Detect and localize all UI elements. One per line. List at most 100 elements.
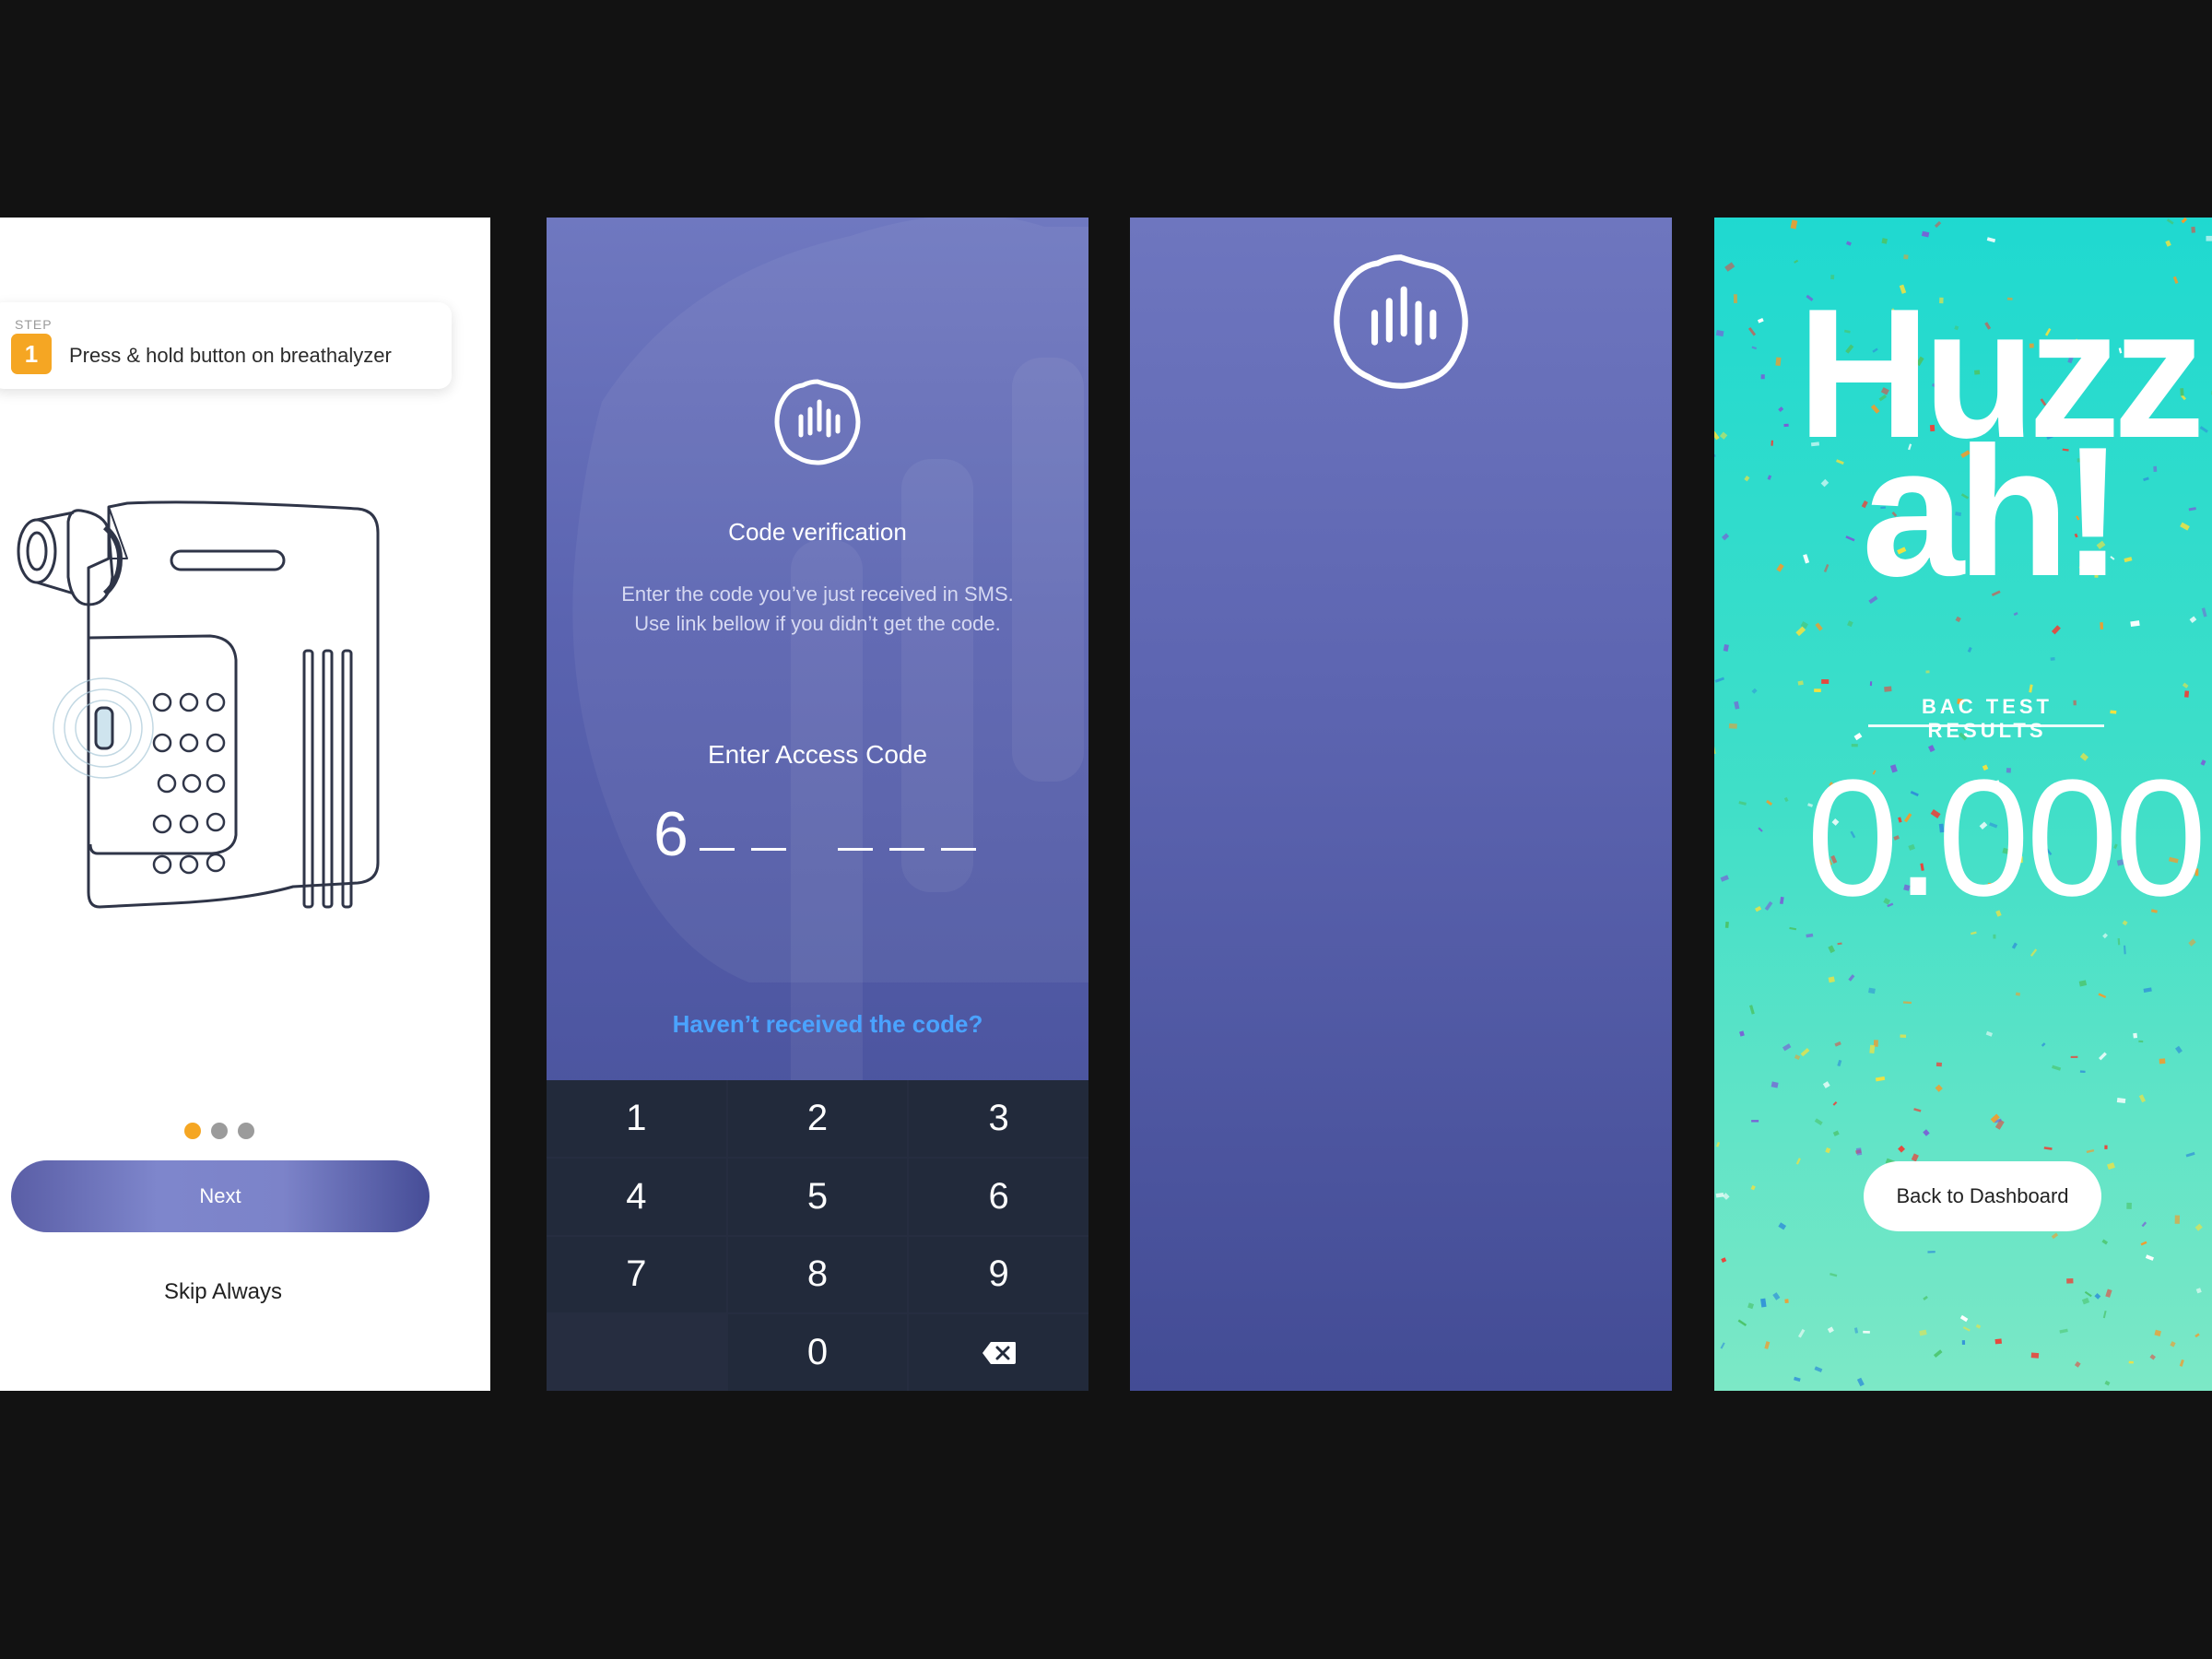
confetti-piece	[1778, 406, 1784, 413]
confetti-piece	[1751, 346, 1758, 350]
confetti-piece	[2185, 1151, 2195, 1158]
back-to-dashboard-button[interactable]: Back to Dashboard	[1864, 1161, 2101, 1231]
pagination-dot-active	[184, 1123, 201, 1139]
confetti-piece	[1715, 1141, 1721, 1147]
confetti-piece	[1779, 896, 1784, 905]
confetti-piece	[1832, 1130, 1840, 1136]
step-number-badge: 1	[11, 334, 52, 374]
confetti-piece	[1714, 453, 1716, 459]
confetti-piece	[2117, 938, 2121, 946]
key-9[interactable]: 9	[909, 1236, 1088, 1313]
confetti-piece	[1758, 827, 1763, 832]
results-screen: Huzz ah! BAC TEST RESULTS 0.000 Back to …	[1714, 218, 2212, 1391]
confetti-piece	[2094, 1292, 2101, 1300]
confetti-piece	[2179, 1359, 2184, 1367]
confetti-piece	[2098, 993, 2107, 999]
confetti-piece	[1751, 688, 1758, 694]
confetti-piece	[2201, 607, 2207, 618]
confetti-piece	[1721, 1257, 1727, 1264]
confetti-piece	[2030, 1352, 2040, 1359]
next-button[interactable]: Next	[11, 1160, 429, 1232]
backspace-icon	[982, 1341, 1016, 1364]
confetti-piece	[1771, 440, 1774, 446]
confetti-piece	[1837, 942, 1842, 946]
confetti-piece	[1903, 254, 1909, 260]
confetti-piece	[2116, 1098, 2126, 1104]
confetti-piece	[1848, 974, 1855, 982]
confetti-piece	[1775, 357, 1782, 367]
pagination-dots	[184, 1123, 254, 1139]
pagination-dot	[238, 1123, 254, 1139]
confetti-piece	[1921, 230, 1930, 238]
confetti-piece	[2126, 1202, 2132, 1209]
confetti-piece	[1993, 934, 1996, 939]
confetti-piece	[1794, 259, 1799, 264]
confetti-piece	[1778, 1222, 1787, 1230]
description-line-1: Enter the code you’ve just received in S…	[621, 582, 1014, 606]
confetti-piece	[1767, 475, 1772, 480]
resend-code-link[interactable]: Haven’t received the code?	[547, 1010, 1088, 1039]
confetti-piece	[2128, 1360, 2134, 1364]
confetti-piece	[1828, 945, 1836, 954]
key-empty	[547, 1314, 726, 1391]
confetti-piece	[2189, 616, 2197, 623]
background-logo-watermark	[572, 218, 1088, 1084]
confetti-piece	[1738, 801, 1747, 806]
confetti-piece	[1962, 1326, 1971, 1332]
breath-waveform	[1132, 553, 1670, 1159]
confetti-piece	[1955, 616, 1961, 623]
confetti-piece	[2107, 1162, 2115, 1171]
confetti-piece	[1868, 987, 1876, 994]
confetti-piece	[2199, 426, 2208, 433]
analyzing-screen	[1130, 218, 1672, 1391]
confetti-piece	[1845, 241, 1852, 246]
confetti-piece	[2184, 690, 2190, 698]
numeric-keypad: 1 2 3 4 5 6 7 8 9 0	[547, 1080, 1088, 1391]
code-slot-2	[700, 848, 735, 851]
key-7[interactable]: 7	[547, 1236, 726, 1313]
key-6[interactable]: 6	[909, 1158, 1088, 1235]
key-2[interactable]: 2	[727, 1080, 908, 1157]
confetti-piece	[2051, 625, 2061, 635]
confetti-piece	[2194, 1333, 2200, 1338]
confetti-piece	[2011, 942, 2018, 949]
code-slot-3	[751, 848, 786, 851]
key-5[interactable]: 5	[727, 1158, 908, 1235]
confetti-piece	[1814, 1366, 1823, 1372]
skip-always-link[interactable]: Skip Always	[0, 1279, 446, 1305]
backspace-key[interactable]	[909, 1314, 1088, 1391]
confetti-piece	[2043, 1147, 2053, 1150]
confetti-piece	[2104, 1380, 2111, 1386]
confetti-piece	[2110, 710, 2117, 714]
confetti-piece	[1985, 1030, 1994, 1037]
confetti-piece	[2124, 945, 2126, 955]
key-1[interactable]: 1	[547, 1080, 726, 1157]
confetti-piece	[1755, 906, 1762, 912]
confetti-piece	[2149, 1354, 2156, 1360]
confetti-piece	[2059, 1328, 2068, 1334]
breath-wave-logo-icon	[774, 379, 861, 465]
confetti-piece	[1757, 317, 1764, 324]
key-8[interactable]: 8	[727, 1236, 908, 1313]
key-0[interactable]: 0	[727, 1314, 908, 1391]
confetti-piece	[2098, 1052, 2107, 1061]
confetti-piece	[1847, 620, 1853, 628]
confetti-piece	[2140, 1241, 2147, 1246]
description-line-2: Use link bellow if you didn’t get the co…	[634, 612, 1001, 635]
confetti-piece	[2066, 1278, 2074, 1284]
confetti-piece	[1919, 1329, 1927, 1336]
confetti-piece	[1739, 1030, 1745, 1037]
confetti-piece	[1797, 1328, 1806, 1338]
key-4[interactable]: 4	[547, 1158, 726, 1235]
confetti-piece	[2170, 1341, 2176, 1347]
confetti-piece	[2041, 1042, 2046, 1047]
confetti-piece	[1881, 238, 1888, 244]
key-3[interactable]: 3	[909, 1080, 1088, 1157]
confetti-piece	[1869, 1044, 1876, 1054]
code-slot-4	[838, 848, 873, 851]
confetti-piece	[2050, 657, 2055, 661]
confetti-piece	[2101, 1239, 2109, 1245]
code-verification-title: Code verification	[728, 518, 907, 546]
confetti-piece	[2145, 1254, 2154, 1261]
confetti-piece	[1795, 626, 1806, 637]
